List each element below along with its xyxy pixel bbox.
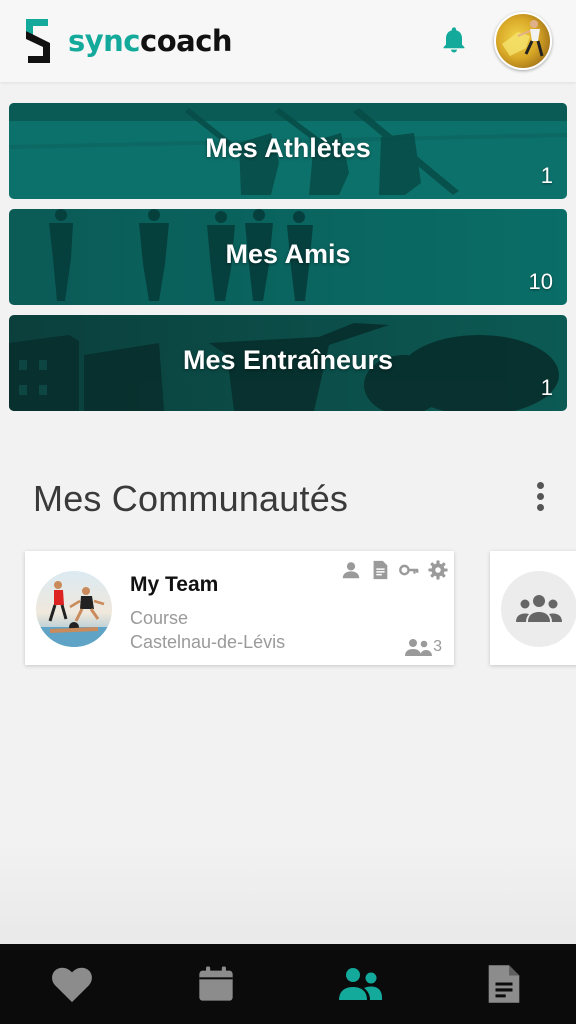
app-header: synccoach (0, 0, 576, 82)
friends-title: Mes Amis (225, 239, 351, 269)
syncoach-s-logo-icon (26, 19, 50, 63)
bottom-fade (0, 840, 576, 944)
app-logo[interactable]: synccoach (22, 16, 233, 66)
document-icon[interactable] (369, 559, 391, 581)
kebab-dot (536, 504, 544, 511)
kebab-dot (536, 493, 544, 500)
community-name: My Team (130, 573, 219, 596)
brand-prefix: sync (68, 24, 141, 58)
community-placeholder (501, 571, 576, 647)
kebab-dot (536, 482, 544, 489)
heart-icon (52, 967, 92, 1003)
brand-suffix: coach (140, 24, 233, 58)
coaches-count: 1 (540, 375, 553, 400)
brand-name: synccoach (68, 24, 233, 58)
members-icon (405, 639, 433, 656)
community-photo (36, 571, 112, 647)
athletes-title: Mes Athlètes (205, 133, 371, 163)
communities-title: Mes Communautés (33, 478, 349, 519)
more-options-icon[interactable] (530, 482, 550, 516)
bottom-nav (0, 944, 576, 1024)
community-members: 3 (403, 637, 442, 657)
tab-communities[interactable] (288, 944, 432, 1024)
community-action-icons (340, 559, 449, 581)
athletes-count: 1 (540, 163, 553, 188)
tab-calendar[interactable] (144, 944, 288, 1024)
document-icon (488, 965, 520, 1003)
coaches-banner[interactable]: Mes Entraîneurs 1 (9, 315, 567, 411)
avatar-photo (502, 20, 544, 57)
key-icon[interactable] (398, 559, 420, 581)
tab-documents[interactable] (432, 944, 576, 1024)
community-city: Castelnau-de-Lévis (130, 632, 286, 652)
coaches-title: Mes Entraîneurs (182, 345, 394, 375)
friends-banner[interactable]: Mes Amis 10 (9, 209, 567, 305)
person-icon[interactable] (340, 559, 362, 581)
tab-favorites[interactable] (0, 944, 144, 1024)
gear-icon[interactable] (427, 559, 449, 581)
friends-count: 10 (528, 269, 553, 294)
group-icon (339, 968, 382, 1000)
community-photo-art (38, 581, 110, 647)
member-count: 3 (433, 638, 442, 655)
bell-icon[interactable] (438, 24, 470, 56)
calendar-icon (199, 966, 233, 1001)
group-icon (516, 595, 562, 622)
athletes-banner[interactable]: Mes Athlètes 1 (9, 103, 567, 199)
user-avatar[interactable] (494, 12, 552, 70)
community-card[interactable]: My Team Course Castelnau-de-Lévis 3 (25, 551, 454, 665)
community-card-partial[interactable] (490, 551, 576, 665)
community-sport: Course (130, 608, 189, 628)
